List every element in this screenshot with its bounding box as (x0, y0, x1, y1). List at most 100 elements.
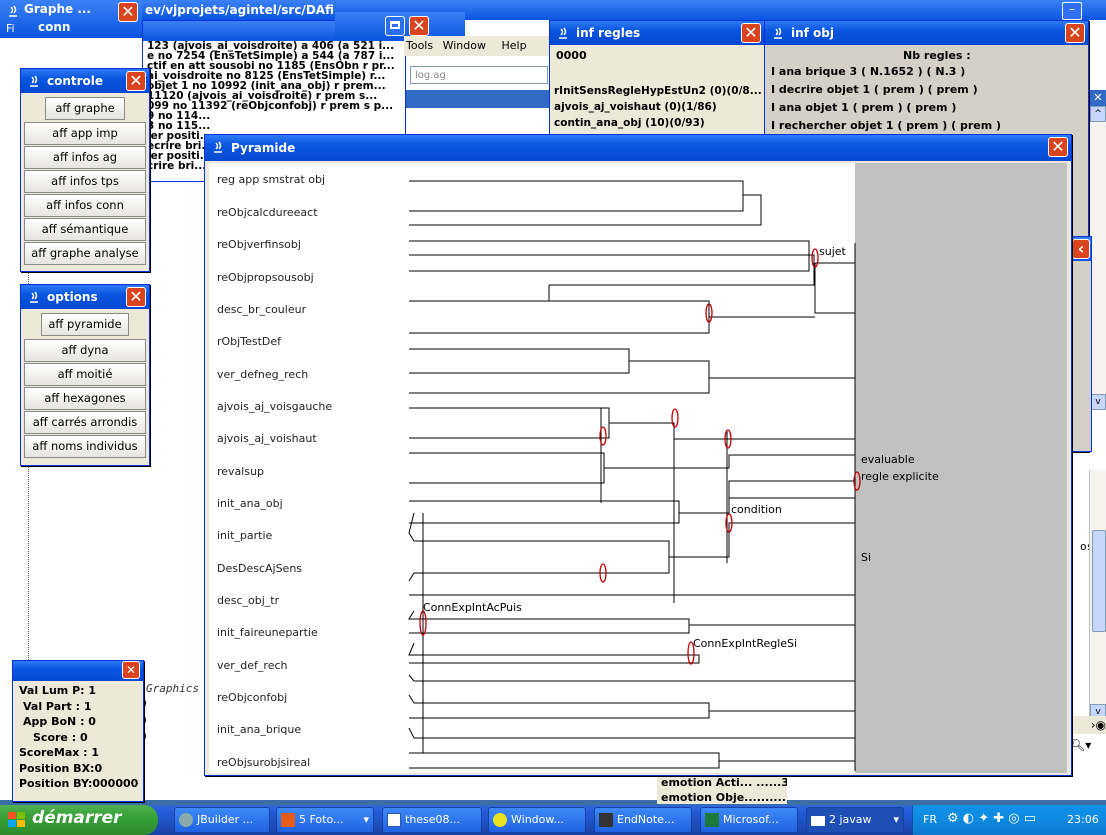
conn-title: conn (38, 20, 71, 34)
controle-window: controle ✕ aff graphe aff app imp aff in… (20, 68, 150, 272)
aff-carres-arrondis-button[interactable]: aff carrés arrondis (24, 411, 146, 434)
aff-graphe-analyse-button[interactable]: aff graphe analyse (24, 242, 146, 265)
status-lines: Val Lum P: 1 Val Part : 1 App BoN : 0 Sc… (19, 683, 138, 792)
emotion-line: emotion Obje.......... (661, 791, 786, 804)
tray-icons[interactable]: ⚙ ◐ ✦ ✚ ◎ ▭ (947, 811, 1036, 826)
inf-obj-line: I decrire objet 1 ( prem ) ( prem ) (771, 83, 978, 96)
fi-label: Fi (6, 22, 15, 35)
emotion-line: emotion Acti... ......3 (661, 776, 787, 789)
inf-obj-title: inf obj (791, 26, 835, 40)
selection-bar (406, 90, 552, 108)
status-close-button[interactable]: ✕ (122, 661, 140, 679)
node-label-si: Si (861, 551, 872, 564)
emotion-window: emotion Acti... ......3 emotion Obje....… (657, 776, 787, 804)
taskbar-item-microsoft[interactable]: Microsof... (700, 807, 798, 833)
java-icon (214, 141, 222, 153)
score: Score : 0 (33, 730, 88, 744)
aff-moitie-button[interactable]: aff moitié (24, 363, 146, 386)
options-window: options ✕ aff pyramide aff dyna aff moit… (20, 284, 150, 466)
score-max: ScoreMax : 1 (19, 746, 100, 759)
system-tray: FR ⚙ ◐ ✦ ✚ ◎ ▭ 23:06 (912, 805, 1106, 835)
language-indicator[interactable]: FR (923, 813, 937, 826)
maximize-button[interactable] (385, 16, 405, 36)
inf-regles-line: contin_ana_obj (10)(0/93) (554, 117, 705, 129)
pyramid-diagram (408, 180, 861, 771)
graphe-title-strip[interactable]: Graphe ... ✕ Fi conn (0, 0, 142, 38)
inf-obj-line: I ana objet 1 ( prem ) ( prem ) (771, 101, 957, 114)
aff-semantique-button[interactable]: aff sémantique (24, 218, 146, 241)
aff-infos-ag-button[interactable]: aff infos ag (24, 146, 146, 169)
app-bon: App BoN : 0 (23, 715, 96, 728)
inf-regles-window: inf regles ✕ 0000 rInitSensRegleHypEstUn… (549, 20, 765, 142)
ide-window-controls[interactable]: – (1044, 0, 1104, 20)
taskbar-item-javaw[interactable]: 2 javaw ▾ (806, 807, 904, 833)
aff-dyna-button[interactable]: aff dyna (24, 339, 146, 362)
graphe-title: Graphe ... (24, 2, 91, 16)
position-by: Position BY:000000 (19, 777, 139, 790)
hidden-window-close-button[interactable]: ‹ (1072, 239, 1090, 259)
val-lum-p: Val Lum P: 1 (19, 684, 97, 697)
pyramide-title-bar[interactable]: Pyramide ✕ (205, 135, 1071, 161)
inf-regles-line: ajvois_aj_voishaut (0)(1/86) (554, 101, 717, 113)
java-icon (9, 5, 17, 17)
menu-help[interactable]: Help (501, 39, 526, 52)
inf-obj-close-button[interactable]: ✕ (1065, 23, 1085, 43)
menu-window[interactable]: Window (443, 39, 486, 52)
search-icon[interactable]: 🔍︎▾ (1070, 736, 1106, 754)
node-label-connexp-acpuis: ConnExpIntAcPuis (423, 601, 522, 614)
start-label: démarrer (32, 808, 122, 828)
aff-app-imp-button[interactable]: aff app imp (24, 122, 146, 145)
right-lower-scrollbar[interactable]: v (1089, 470, 1106, 720)
windows-logo-icon (8, 812, 25, 827)
status-title-bar[interactable]: ✕ (13, 661, 143, 681)
options-title: options (47, 290, 98, 304)
inf-regles-title: inf regles (576, 26, 641, 40)
log-field[interactable]: log.ag (410, 66, 548, 84)
aff-pyramide-button[interactable]: aff pyramide (41, 313, 129, 336)
java-icon (774, 27, 782, 39)
java-icon (559, 27, 567, 39)
node-label-regle-explicite: regle explicite (861, 470, 939, 483)
nav-arrows[interactable]: ›◉ (1070, 716, 1106, 734)
inf-obj-line: I rechercher objet 1 ( prem ) ( prem ) (771, 119, 1002, 132)
inf-regles-close-button[interactable]: ✕ (741, 23, 761, 43)
inf-obj-title-bar[interactable]: inf obj ✕ (765, 21, 1088, 45)
pyramide-close-button[interactable]: ✕ (1048, 137, 1068, 157)
taskbar-item-foto[interactable]: 5 Foto... ▾ (276, 807, 374, 833)
val-part: Val Part : 1 (23, 699, 92, 713)
controle-title-bar[interactable]: controle ✕ (21, 69, 149, 93)
aff-graphe-button[interactable]: aff graphe (45, 97, 125, 120)
clock: 23:06 (1067, 813, 1099, 826)
taskbar-item-endnote[interactable]: EndNote... (594, 807, 692, 833)
graphe-close-button[interactable]: ✕ (118, 2, 138, 22)
inf-obj-header: Nb regles : (903, 49, 971, 62)
aff-infos-conn-button[interactable]: aff infos conn (24, 194, 146, 217)
pyramide-window: Pyramide ✕ reg app smstrat obj reObjcalc… (204, 134, 1072, 776)
aff-infos-tps-button[interactable]: aff infos tps (24, 170, 146, 193)
taskbar: démarrer JBuilder ... 5 Foto... ▾ these08… (0, 805, 1106, 835)
small-window-close-button[interactable]: ✕ (409, 16, 429, 36)
node-label-connexp-reglesi: ConnExpIntRegleSi (693, 637, 798, 650)
options-title-bar[interactable]: options ✕ (21, 285, 149, 309)
pyramide-canvas: reg app smstrat obj reObjcalcdureeact re… (209, 163, 1067, 773)
node-label-sujet: sujet (819, 245, 846, 258)
inf-regles-header: 0000 (556, 49, 587, 62)
options-close-button[interactable]: ✕ (126, 287, 146, 307)
start-button[interactable]: démarrer (0, 805, 158, 835)
java-icon (30, 291, 38, 303)
taskbar-item-window[interactable]: Window... (488, 807, 586, 833)
taskbar-item-jbuilder[interactable]: JBuilder ... (174, 807, 270, 833)
inf-regles-title-bar[interactable]: inf regles ✕ (550, 21, 764, 45)
node-label-evaluable: evaluable (861, 453, 915, 466)
inf-regles-line: rInitSensRegleHypEstUn2 (0)(0/8... (554, 85, 762, 97)
right-close-button[interactable]: ✕ (1090, 90, 1106, 106)
aff-noms-individus-button[interactable]: aff noms individus (24, 435, 146, 458)
controle-close-button[interactable]: ✕ (126, 71, 146, 91)
controle-title: controle (47, 74, 104, 88)
menu-tools[interactable]: Tools (406, 39, 433, 52)
aff-hexagones-button[interactable]: aff hexagones (24, 387, 146, 410)
inf-obj-line: I ana brique 3 ( N.1652 ) ( N.3 ) (771, 65, 966, 78)
pyramide-title: Pyramide (231, 141, 296, 155)
status-window: ✕ Val Lum P: 1 Val Part : 1 App BoN : 0 … (12, 660, 144, 802)
taskbar-item-these[interactable]: these08... (382, 807, 482, 833)
